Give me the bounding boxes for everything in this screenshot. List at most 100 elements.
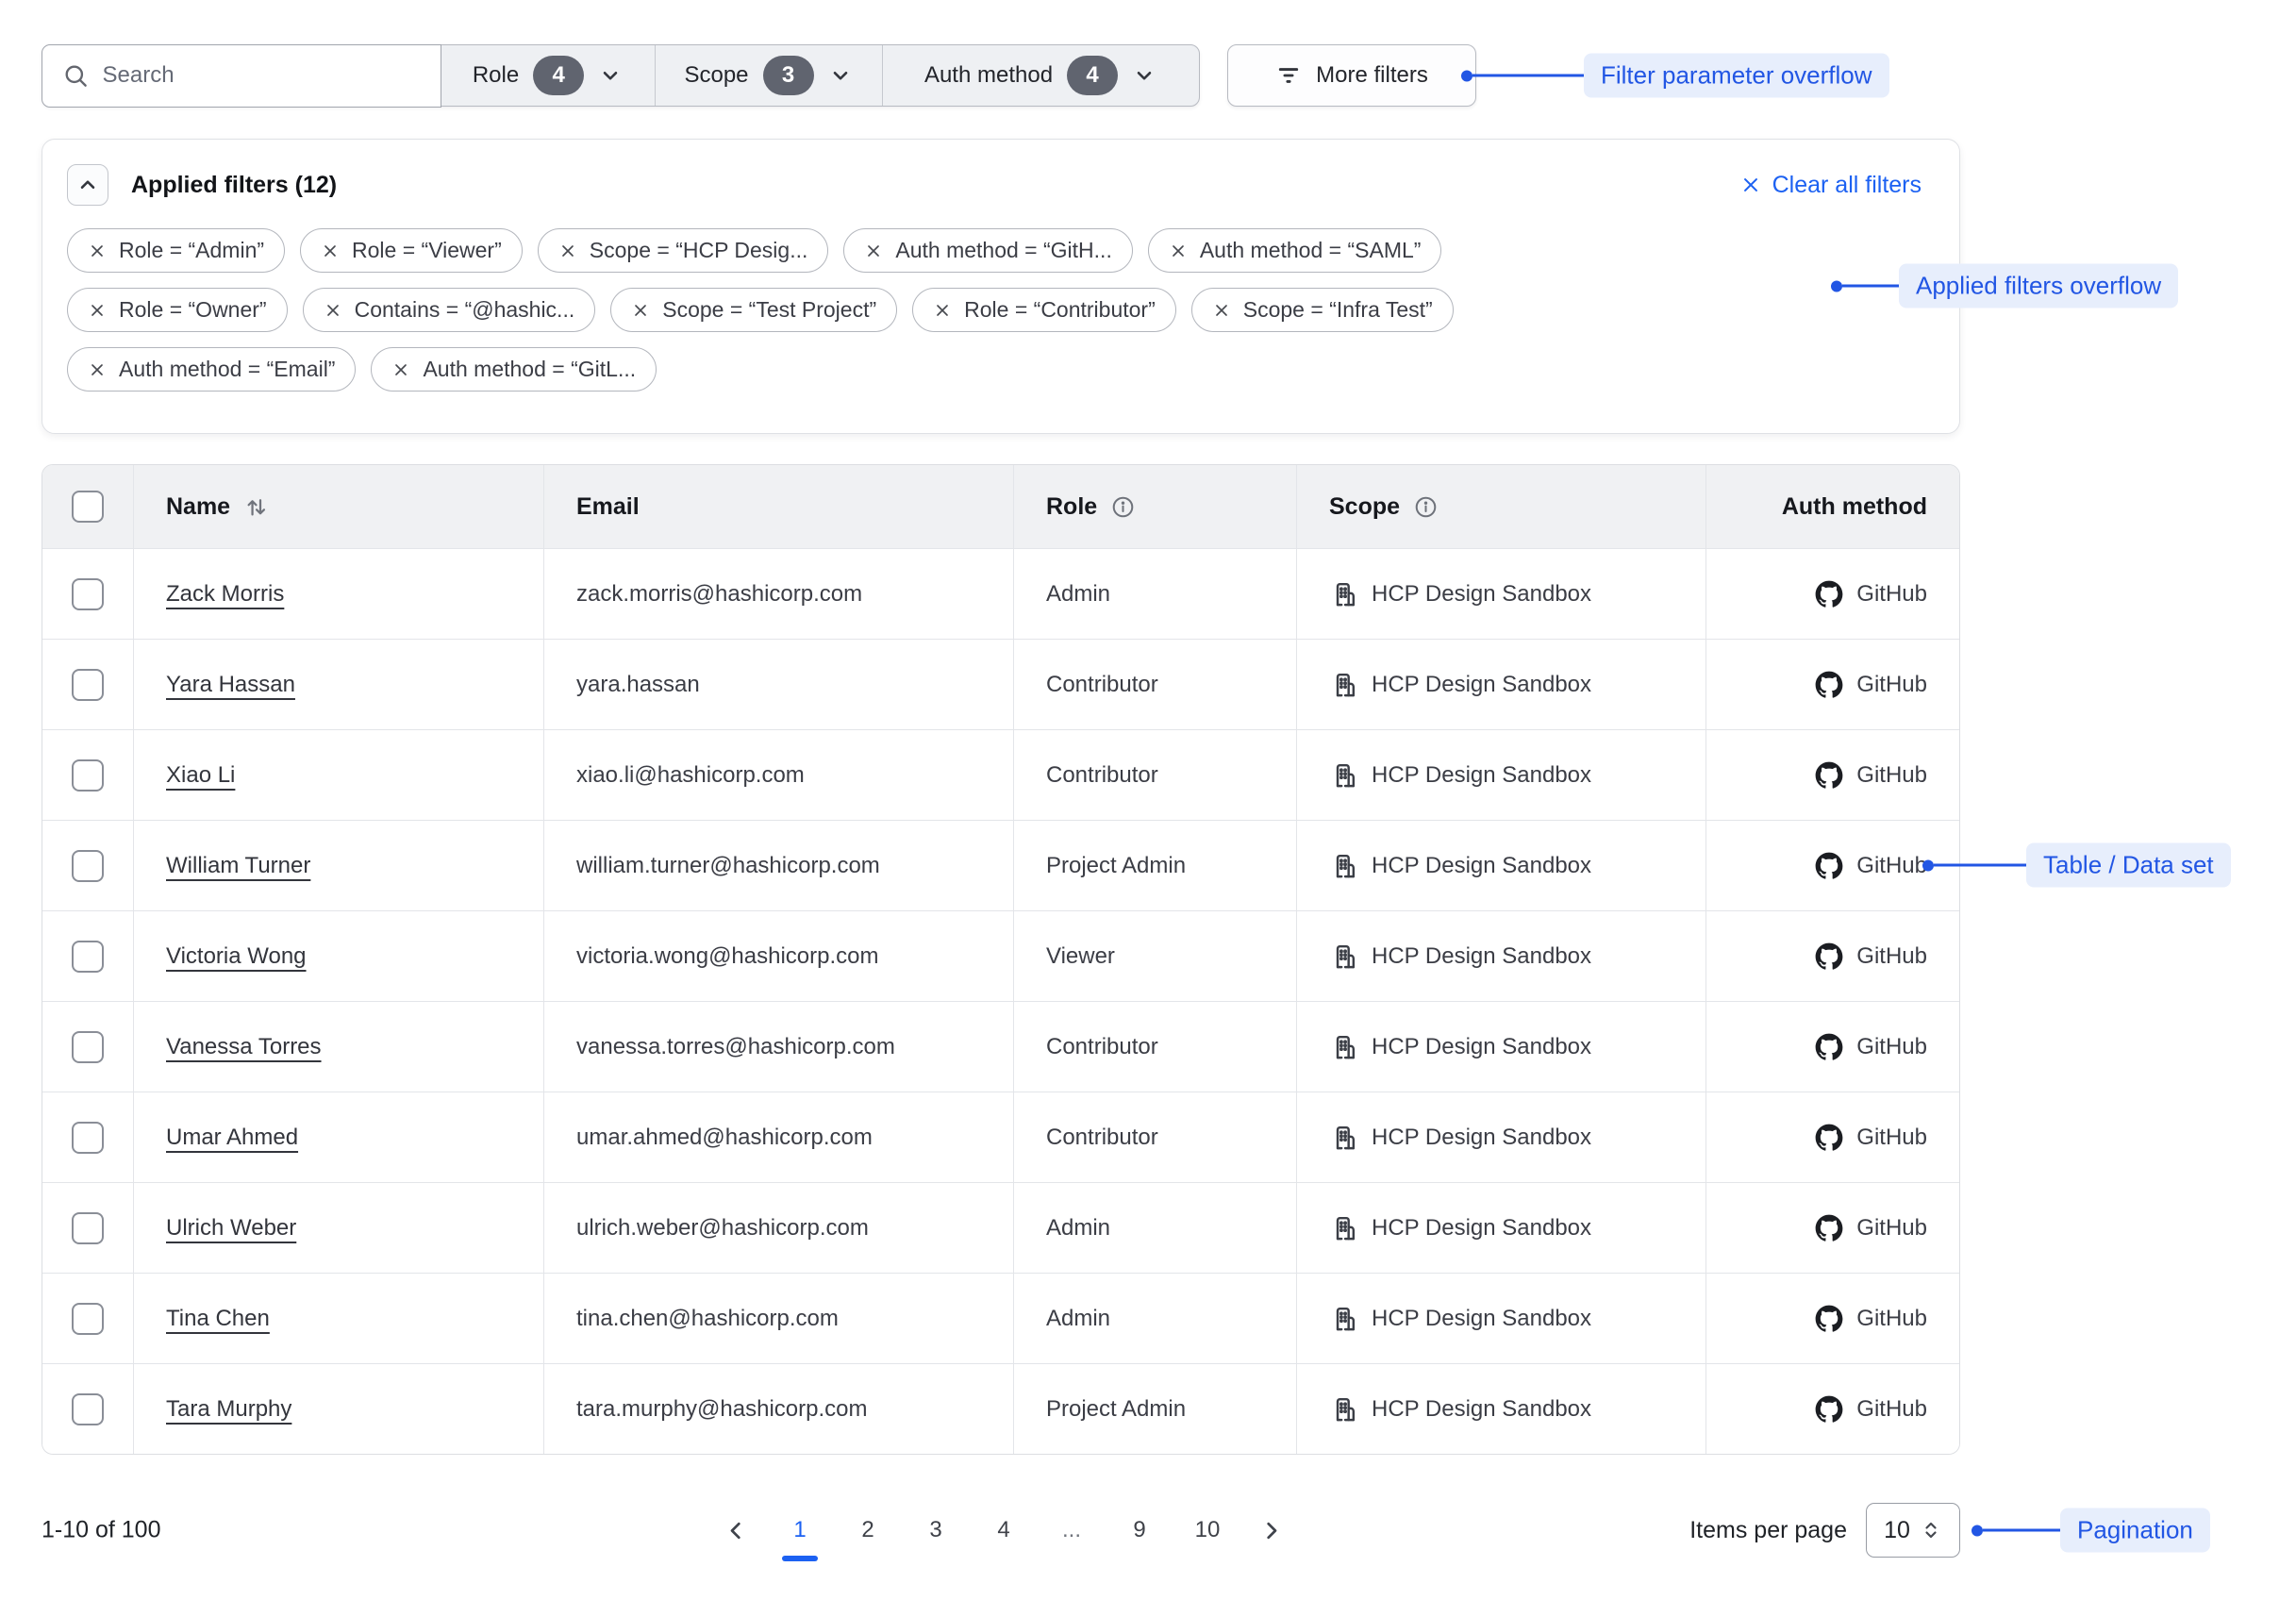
applied-filter-chip[interactable]: Scope = “HCP Desig... (538, 228, 829, 273)
page-number[interactable]: 9 (1123, 1517, 1156, 1543)
role-cell: Admin (1013, 1183, 1296, 1273)
applied-filter-chip[interactable]: Auth method = “SAML” (1148, 228, 1442, 273)
remove-filter-icon[interactable] (321, 242, 340, 260)
applied-filter-chip[interactable]: Contains = “@hashic... (303, 288, 596, 332)
row-checkbox[interactable] (72, 1212, 104, 1244)
row-checkbox[interactable] (72, 941, 104, 973)
applied-filter-chip[interactable]: Role = “Owner” (67, 288, 288, 332)
applied-filter-chip[interactable]: Role = “Viewer” (300, 228, 523, 273)
name-cell: William Turner (133, 821, 543, 910)
table-row: Vanessa Torres vanessa.torres@hashicorp.… (42, 1001, 1959, 1092)
row-checkbox[interactable] (72, 1031, 104, 1063)
page-number[interactable]: 2 (851, 1517, 885, 1543)
applied-filter-chip[interactable]: Scope = “Infra Test” (1191, 288, 1454, 332)
remove-filter-icon[interactable] (1169, 242, 1188, 260)
annotation-pagination: Pagination (1972, 1508, 2210, 1553)
scope-name: HCP Design Sandbox (1372, 1396, 1591, 1423)
email-cell: vanessa.torres@hashicorp.com (543, 1002, 1013, 1092)
auth-method-filter-dropdown[interactable]: Auth method 4 (882, 45, 1199, 106)
row-checkbox[interactable] (72, 578, 104, 610)
email-cell: xiao.li@hashicorp.com (543, 730, 1013, 820)
remove-filter-icon[interactable] (324, 301, 342, 320)
select-all-cell (42, 465, 133, 548)
collapse-applied-filters-button[interactable] (67, 164, 108, 206)
scope-name: HCP Design Sandbox (1372, 1034, 1591, 1060)
applied-filter-chips: Role = “Admin” Role = “Viewer” Scope = “… (67, 228, 1935, 392)
applied-filter-chip[interactable]: Auth method = “GitH... (843, 228, 1132, 273)
scope-cell: HCP Design Sandbox (1296, 821, 1705, 910)
applied-filter-chip[interactable]: Auth method = “GitL... (371, 347, 657, 392)
applied-filter-chip[interactable]: Scope = “Test Project” (610, 288, 897, 332)
name-cell: Tara Murphy (133, 1364, 543, 1454)
remove-filter-icon[interactable] (88, 360, 107, 379)
row-checkbox[interactable] (72, 1122, 104, 1154)
member-name-link[interactable]: Zack Morris (166, 581, 284, 608)
scope-cell: HCP Design Sandbox (1296, 1274, 1705, 1363)
previous-page-button[interactable] (724, 1518, 749, 1543)
items-per-page-select[interactable]: 10 (1866, 1503, 1960, 1558)
info-icon[interactable] (1110, 494, 1136, 520)
member-name-link[interactable]: William Turner (166, 853, 310, 879)
page-number[interactable]: 3 (919, 1517, 953, 1543)
remove-filter-icon[interactable] (88, 301, 107, 320)
remove-filter-icon[interactable] (933, 301, 952, 320)
remove-filter-icon[interactable] (1212, 301, 1231, 320)
remove-filter-icon[interactable] (88, 242, 107, 260)
row-checkbox[interactable] (72, 850, 104, 882)
more-filters-button[interactable]: More filters (1227, 44, 1476, 107)
page-number[interactable]: 4 (987, 1517, 1021, 1543)
row-select-cell (42, 911, 133, 1001)
row-checkbox[interactable] (72, 1303, 104, 1335)
remove-filter-icon[interactable] (864, 242, 883, 260)
applied-filter-chip[interactable]: Role = “Admin” (67, 228, 285, 273)
scope-filter-dropdown[interactable]: Scope 3 (655, 45, 882, 106)
auth-method-name: GitHub (1856, 943, 1927, 970)
role-filter-dropdown[interactable]: Role 4 (441, 45, 655, 106)
row-select-cell (42, 730, 133, 820)
table-row: Zack Morris zack.morris@hashicorp.com Ad… (42, 548, 1959, 639)
row-select-cell (42, 821, 133, 910)
member-name-link[interactable]: Umar Ahmed (166, 1125, 298, 1151)
member-name-link[interactable]: Xiao Li (166, 762, 235, 789)
remove-filter-icon[interactable] (558, 242, 577, 260)
info-icon[interactable] (1413, 494, 1439, 520)
next-page-button[interactable] (1258, 1518, 1284, 1543)
page-number[interactable]: 1 (783, 1517, 817, 1543)
table-row: Tara Murphy tara.murphy@hashicorp.com Pr… (42, 1363, 1959, 1454)
member-name-link[interactable]: Tara Murphy (166, 1396, 291, 1423)
sort-icon[interactable] (243, 494, 269, 520)
row-checkbox[interactable] (72, 759, 104, 792)
email-cell: tara.murphy@hashicorp.com (543, 1364, 1013, 1454)
auth-method-cell: GitHub (1705, 730, 1959, 820)
member-name-link[interactable]: Yara Hassan (166, 672, 295, 698)
member-name-link[interactable]: Ulrich Weber (166, 1215, 296, 1242)
auth-method-cell: GitHub (1705, 549, 1959, 639)
annotation-label: Pagination (2060, 1508, 2210, 1553)
select-all-checkbox[interactable] (72, 491, 104, 523)
search-field[interactable] (42, 44, 441, 108)
items-per-page-value: 10 (1884, 1517, 1910, 1544)
auth-method-name: GitHub (1856, 1306, 1927, 1332)
table-row: Ulrich Weber ulrich.weber@hashicorp.com … (42, 1182, 1959, 1273)
scope-header-label: Scope (1329, 493, 1400, 521)
role-cell: Viewer (1013, 911, 1296, 1001)
row-checkbox[interactable] (72, 1393, 104, 1425)
email-cell: umar.ahmed@hashicorp.com (543, 1092, 1013, 1182)
scope-cell: HCP Design Sandbox (1296, 640, 1705, 729)
scope-cell: HCP Design Sandbox (1296, 1364, 1705, 1454)
clear-all-filters-link[interactable]: Clear all filters (1740, 172, 1922, 199)
annotation-applied-filters-overflow: Applied filters overflow (1831, 264, 2178, 308)
remove-filter-icon[interactable] (391, 360, 410, 379)
member-name-link[interactable]: Tina Chen (166, 1306, 270, 1332)
row-checkbox[interactable] (72, 669, 104, 701)
remove-filter-icon[interactable] (631, 301, 650, 320)
scope-name: HCP Design Sandbox (1372, 1125, 1591, 1151)
scope-cell: HCP Design Sandbox (1296, 549, 1705, 639)
applied-filter-chip[interactable]: Role = “Contributor” (912, 288, 1176, 332)
column-header-name[interactable]: Name (133, 465, 543, 548)
member-name-link[interactable]: Victoria Wong (166, 943, 307, 970)
search-input[interactable] (103, 62, 420, 89)
page-number[interactable]: 10 (1190, 1517, 1224, 1543)
member-name-link[interactable]: Vanessa Torres (166, 1034, 322, 1060)
applied-filter-chip[interactable]: Auth method = “Email” (67, 347, 356, 392)
